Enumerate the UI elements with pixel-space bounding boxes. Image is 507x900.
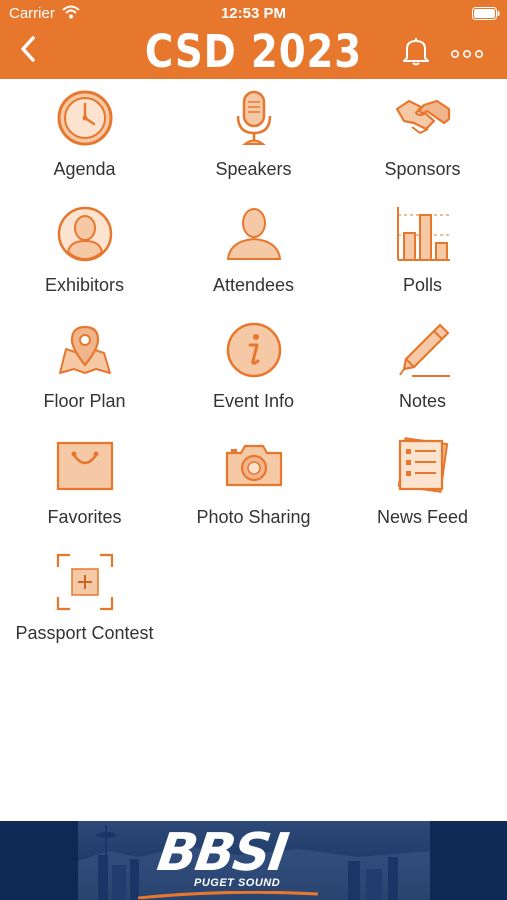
sponsor-subtitle: PUGET SOUND: [194, 877, 281, 889]
menu-label-attendees: Attendees: [212, 275, 295, 295]
menu-label-speakers: Speakers: [215, 159, 292, 179]
menu-tile-photo-sharing[interactable]: Photo Sharing: [169, 427, 338, 543]
menu-tile-passport-contest[interactable]: Passport Contest: [0, 543, 169, 659]
menu-tile-speakers[interactable]: Speakers: [169, 79, 338, 195]
microphone-icon: [236, 90, 272, 145]
menu-tile-news-feed[interactable]: News Feed: [338, 427, 507, 543]
menu-tile-polls[interactable]: Polls: [338, 195, 507, 311]
menu-label-photo-sharing: Photo Sharing: [196, 507, 311, 527]
menu-tile-event-info[interactable]: Event Info: [169, 311, 338, 427]
person-circle-icon: [57, 206, 113, 262]
scan-plus-icon: [56, 553, 114, 611]
menu-label-favorites: Favorites: [47, 507, 122, 527]
sponsor-banner[interactable]: BBSI PUGET SOUND: [0, 821, 507, 900]
info-icon: [226, 322, 282, 378]
camera-icon: [225, 444, 283, 487]
menu-label-sponsors: Sponsors: [384, 159, 461, 179]
menu-label-exhibitors: Exhibitors: [44, 275, 125, 295]
map-pin-icon: [59, 325, 111, 374]
menu-tile-sponsors[interactable]: Sponsors: [338, 79, 507, 195]
menu-tile-floor-plan[interactable]: Floor Plan: [0, 311, 169, 427]
newspaper-icon: [397, 437, 449, 493]
bar-chart-icon: [397, 207, 450, 261]
more-options-icon[interactable]: [450, 46, 484, 64]
nav-bar: CSD 2023: [0, 24, 507, 79]
menu-tile-exhibitors[interactable]: Exhibitors: [0, 195, 169, 311]
app-header: Carrier 12:53 PM CSD 2023: [0, 0, 507, 79]
bell-icon[interactable]: [402, 36, 430, 71]
menu-tile-notes[interactable]: Notes: [338, 311, 507, 427]
menu-tile-agenda[interactable]: Agenda: [0, 79, 169, 195]
menu-tile-favorites[interactable]: Favorites: [0, 427, 169, 543]
shopping-bag-icon: [56, 441, 114, 491]
menu-label-passport-contest: Passport Contest: [15, 623, 154, 643]
clock-icon: [57, 90, 113, 146]
menu-label-event-info: Event Info: [212, 391, 295, 411]
person-icon: [226, 208, 282, 260]
menu-label-notes: Notes: [398, 391, 447, 411]
menu-label-polls: Polls: [402, 275, 442, 295]
pen-icon: [399, 323, 450, 377]
menu-label-news-feed: News Feed: [376, 507, 469, 527]
battery-icon: [472, 7, 500, 24]
handshake-icon: [395, 99, 451, 135]
clock: 12:53 PM: [220, 5, 287, 22]
logo-swoosh-icon: [138, 891, 318, 899]
menu-label-floor-plan: Floor Plan: [43, 391, 126, 411]
sponsor-logo: BBSI: [153, 823, 291, 883]
menu-label-agenda: Agenda: [53, 159, 116, 179]
status-bar: Carrier 12:53 PM: [0, 0, 507, 26]
menu-tile-attendees[interactable]: Attendees: [169, 195, 338, 311]
back-chevron-icon[interactable]: [20, 36, 36, 67]
